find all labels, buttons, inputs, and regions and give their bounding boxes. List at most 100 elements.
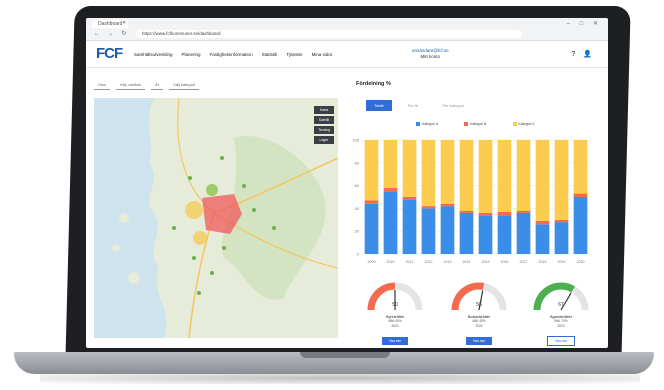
bar-segment bbox=[497, 140, 512, 212]
filter-year[interactable]: År bbox=[151, 80, 164, 90]
filter-area[interactable]: Välj område bbox=[115, 80, 146, 90]
user-sub[interactable]: Mitt konto bbox=[412, 54, 449, 60]
bar-segment bbox=[573, 140, 588, 194]
help-icon[interactable]: ? bbox=[571, 51, 583, 58]
map-control-button[interactable]: Lager bbox=[314, 136, 334, 144]
x-tick-label: 2011 bbox=[406, 260, 414, 264]
bar-segment bbox=[535, 140, 550, 221]
close-tab-icon[interactable]: ✕ bbox=[122, 20, 126, 26]
y-tick-label: 100 bbox=[352, 138, 359, 143]
map-island bbox=[112, 244, 120, 252]
map-control-button[interactable]: Satellit bbox=[314, 116, 334, 124]
chart-tabs: Totalt Per år Per kategori bbox=[366, 100, 472, 111]
legend-item[interactable]: Kategori B bbox=[464, 122, 487, 127]
window-controls-icon[interactable]: – □ ✕ bbox=[567, 20, 602, 27]
x-tick-label: 2009 bbox=[368, 260, 376, 264]
map-controls: Karta Satellit Terräng Lager bbox=[314, 106, 334, 144]
nav-item[interactable]: Planering bbox=[182, 52, 201, 57]
map-marker bbox=[192, 256, 196, 260]
nav-item[interactable]: Mina sidor bbox=[312, 52, 333, 57]
chart-tab[interactable]: Per år bbox=[400, 100, 427, 111]
map-marker bbox=[222, 246, 226, 250]
nav-item[interactable]: Tjänster bbox=[286, 52, 302, 57]
bar-segment bbox=[535, 220, 550, 225]
bar-segment bbox=[364, 140, 379, 201]
y-tick-label: 40 bbox=[355, 206, 360, 211]
map-control-button[interactable]: Karta bbox=[314, 106, 334, 114]
legend-item[interactable]: Kategori C bbox=[512, 122, 536, 127]
y-tick-label: 20 bbox=[355, 229, 360, 234]
bar-segment bbox=[402, 140, 417, 197]
nav-item[interactable]: Samhällsutveckling bbox=[134, 52, 173, 57]
chart-tab[interactable]: Totalt bbox=[366, 100, 392, 111]
x-tick-label: 2018 bbox=[539, 260, 547, 264]
bar-segment bbox=[535, 224, 550, 254]
gauge-value: 56 bbox=[476, 302, 482, 308]
filter-bar: Visa Välj område År Välj kategori bbox=[94, 78, 338, 92]
bar-segment bbox=[516, 212, 531, 254]
gauge-card: 56 Bostadsrätter Mål: 45% 2020 Visa mer bbox=[444, 278, 514, 346]
laptop-notch bbox=[300, 352, 390, 358]
y-tick-label: 0 bbox=[357, 252, 360, 257]
map-view[interactable]: Karta Satellit Terräng Lager bbox=[94, 98, 338, 338]
laptop-frame: Dashboard ✕ ← → ↻ https://www.fcfkommune… bbox=[0, 0, 664, 390]
bar-segment bbox=[383, 140, 398, 188]
x-tick-label: 2012 bbox=[425, 260, 433, 264]
gauge-year: 2020 bbox=[475, 324, 483, 328]
x-tick-label: 2020 bbox=[577, 260, 585, 264]
nav-item[interactable]: Statistik bbox=[262, 52, 278, 57]
filter-category[interactable]: Välj kategori bbox=[169, 80, 200, 90]
gauge-year: 2020 bbox=[391, 324, 399, 328]
map-marker bbox=[210, 271, 214, 275]
header-icons: ?👤 bbox=[571, 50, 600, 58]
x-tick-label: 2017 bbox=[520, 260, 528, 264]
legend-label: Kategori B bbox=[470, 122, 487, 126]
gauge-card: 50 Hyresrätter Mål: 60% 2020 Visa mer bbox=[360, 278, 430, 346]
gauge-card: 67 Äganderätter Mål: 70% 2020 Visa mer bbox=[526, 278, 596, 346]
bar-segment bbox=[573, 197, 588, 254]
chart-title: Fördelning % bbox=[356, 81, 391, 87]
bar-segment bbox=[478, 215, 493, 254]
gauge-value: 67 bbox=[558, 302, 564, 308]
legend-swatch bbox=[512, 122, 517, 127]
browser-chrome: Dashboard ✕ ← → ↻ https://www.fcfkommune… bbox=[86, 18, 608, 41]
x-tick-label: 2015 bbox=[482, 260, 490, 264]
legend-item[interactable]: Kategori A bbox=[416, 122, 438, 127]
user-info[interactable]: användare@fcf.se Mitt konto bbox=[412, 48, 449, 60]
map-control-button[interactable]: Terräng bbox=[314, 126, 334, 134]
map-marker bbox=[272, 226, 276, 230]
address-bar[interactable]: https://www.fcfkommuner.se/dashboard bbox=[136, 30, 522, 38]
map-marker bbox=[188, 176, 192, 180]
bar-segment bbox=[440, 206, 455, 254]
main-nav: Samhällsutveckling Planering Fastighetsi… bbox=[134, 52, 332, 57]
map-heat-spot bbox=[193, 231, 207, 245]
filter-view[interactable]: Visa bbox=[94, 80, 110, 90]
legend-label: Kategori C bbox=[518, 122, 536, 126]
stacked-bar-chart: 0 20 40 60 80 100 2009 2010 2011 2012 2013 2014 2015… bbox=[352, 138, 590, 264]
bar-segment bbox=[364, 200, 379, 204]
bar-segment bbox=[421, 208, 436, 254]
bar-segment bbox=[383, 191, 398, 254]
gauge-details-button[interactable]: Visa mer bbox=[465, 337, 493, 345]
bar-segment bbox=[440, 140, 455, 204]
y-tick-label: 80 bbox=[355, 160, 360, 165]
bar-segment bbox=[478, 212, 493, 216]
nav-item[interactable]: Fastighetsinformation bbox=[210, 52, 253, 57]
bar-segment bbox=[497, 215, 512, 254]
bar-segment bbox=[516, 210, 531, 213]
logo[interactable]: FCF bbox=[96, 45, 123, 62]
chart-legend: Kategori A Kategori B Kategori C bbox=[416, 122, 536, 127]
bar-segment bbox=[554, 222, 569, 254]
chart-tab[interactable]: Per kategori bbox=[434, 100, 472, 111]
bar-segment bbox=[516, 140, 531, 211]
map-heat-spot bbox=[206, 184, 218, 196]
bar-segment bbox=[554, 219, 569, 223]
bar-segment bbox=[459, 140, 474, 211]
browser-nav-icons[interactable]: ← → ↻ bbox=[94, 30, 129, 37]
gauge-year: 2020 bbox=[557, 324, 565, 328]
gauge-details-button[interactable]: Visa mer bbox=[546, 336, 576, 346]
gauge-details-button[interactable]: Visa mer bbox=[381, 337, 409, 345]
user-icon[interactable]: 👤 bbox=[583, 51, 600, 58]
gauge-dial: 50 bbox=[367, 282, 423, 311]
bar-segment bbox=[421, 140, 436, 207]
